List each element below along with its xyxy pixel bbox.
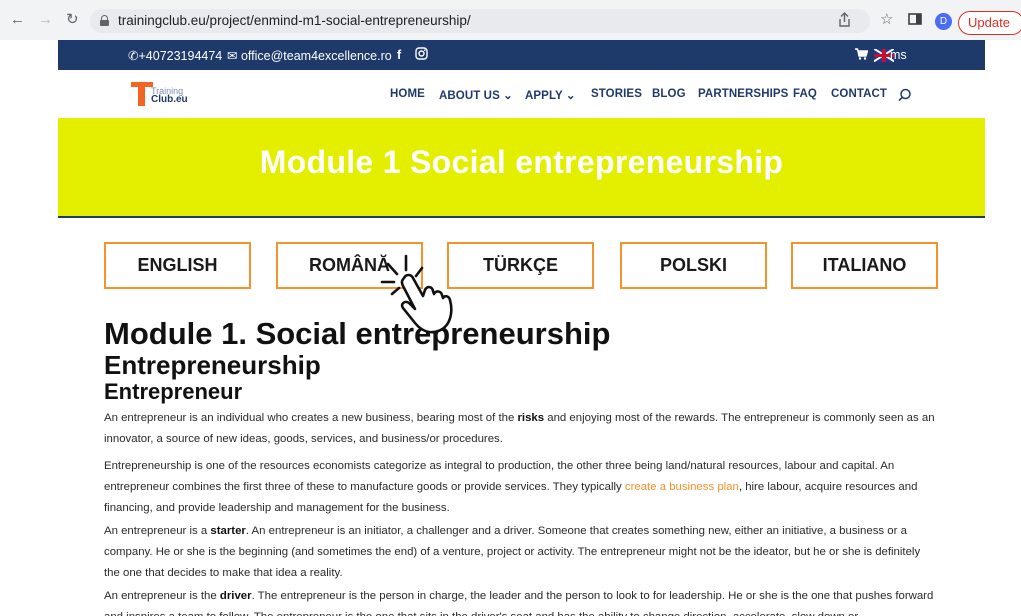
site-logo[interactable]: Training Club.eu bbox=[131, 82, 201, 108]
content-heading-1: Module 1. Social entrepreneurship bbox=[104, 316, 611, 351]
nav-home[interactable]: HOME bbox=[390, 88, 425, 100]
language-button-polski[interactable]: POLSKI bbox=[620, 242, 767, 289]
star-icon[interactable]: ☆ bbox=[880, 11, 893, 29]
paragraph-text: An entrepreneur is the bbox=[104, 590, 220, 602]
create-business-plan-link[interactable]: create a business plan bbox=[625, 481, 739, 493]
lock-icon bbox=[100, 15, 109, 26]
hand-cursor-icon bbox=[380, 254, 453, 334]
nav-about-us[interactable]: ABOUT US ⌄ bbox=[439, 88, 513, 102]
nav-about-us-label: ABOUT US bbox=[439, 90, 500, 102]
nav-blog[interactable]: BLOG bbox=[652, 88, 686, 100]
facebook-icon[interactable]: f bbox=[397, 48, 401, 62]
content-heading-2: Entrepreneurship bbox=[104, 350, 321, 380]
phone-icon: ✆ bbox=[128, 49, 139, 63]
hero-banner: Module 1 Social entrepreneurship bbox=[58, 118, 985, 218]
back-icon[interactable]: ← bbox=[10, 11, 25, 29]
site-header: Training Club.eu HOME ABOUT US ⌄ APPLY ⌄… bbox=[58, 70, 985, 118]
search-icon[interactable] bbox=[898, 88, 912, 102]
language-button-english[interactable]: ENGLISH bbox=[104, 242, 251, 289]
chevron-down-icon: ⌄ bbox=[565, 90, 576, 102]
address-bar[interactable]: trainingclub.eu/project/enmind-m1-social… bbox=[90, 9, 870, 33]
phone-text: +40723194474 bbox=[138, 49, 223, 63]
hero-title: Module 1 Social entrepreneurship bbox=[259, 144, 784, 180]
update-button[interactable]: Update bbox=[958, 11, 1021, 35]
nav-partnerships[interactable]: PARTNERSHIPS bbox=[698, 88, 788, 100]
paragraph-1: An entrepreneur is an individual who cre… bbox=[104, 408, 936, 450]
bold-term: driver bbox=[219, 590, 252, 602]
paragraph-3: An entrepreneur is a starter. An entrepr… bbox=[104, 521, 936, 584]
language-button-italiano[interactable]: ITALIANO bbox=[791, 242, 938, 289]
paragraph-text: An entrepreneur is an individual who cre… bbox=[104, 412, 518, 424]
cart-icon[interactable] bbox=[855, 48, 869, 63]
sidepanel-icon[interactable] bbox=[908, 12, 922, 31]
forward-icon[interactable]: → bbox=[38, 11, 53, 29]
nav-stories[interactable]: STORIES bbox=[591, 88, 642, 100]
email-link[interactable]: ✉ office@team4excellence.ro bbox=[227, 48, 392, 63]
reload-icon[interactable]: ↻ bbox=[66, 11, 79, 29]
url-text[interactable]: trainingclub.eu/project/enmind-m1-social… bbox=[118, 13, 471, 28]
page-viewport: ✆+40723194474 ✉ office@team4excellence.r… bbox=[0, 40, 1021, 616]
mail-icon: ✉ bbox=[227, 49, 238, 63]
phone-link[interactable]: ✆+40723194474 bbox=[128, 48, 222, 63]
profile-avatar[interactable]: D bbox=[935, 13, 952, 30]
paragraph-2: Entrepreneurship is one of the resources… bbox=[104, 456, 936, 519]
bold-term: starter bbox=[210, 525, 246, 537]
contact-bar: ✆+40723194474 ✉ office@team4excellence.r… bbox=[58, 40, 985, 70]
paragraph-text: An entrepreneur is a bbox=[104, 525, 211, 537]
language-button-turkce[interactable]: TÜRKÇE bbox=[447, 242, 594, 289]
chevron-down-icon: ⌄ bbox=[503, 90, 513, 102]
email-text: office@team4excellence.ro bbox=[240, 49, 392, 63]
page: ✆+40723194474 ✉ office@team4excellence.r… bbox=[58, 40, 985, 616]
content-heading-3: Entrepreneur bbox=[104, 379, 243, 404]
language-switcher-text[interactable]: ms bbox=[890, 48, 907, 62]
bold-term: risks bbox=[517, 412, 545, 424]
logo-mark-stem bbox=[138, 82, 145, 106]
nav-apply[interactable]: APPLY ⌄ bbox=[525, 88, 576, 102]
instagram-icon[interactable] bbox=[415, 47, 428, 63]
browser-toolbar: ← → ↻ trainingclub.eu/project/enmind-m1-… bbox=[0, 0, 1021, 40]
share-icon[interactable] bbox=[838, 12, 851, 32]
nav-apply-label: APPLY bbox=[525, 90, 563, 102]
nav-contact[interactable]: CONTACT bbox=[831, 88, 887, 100]
nav-faq[interactable]: FAQ bbox=[793, 88, 817, 100]
logo-text-line2: Club.eu bbox=[151, 94, 188, 105]
paragraph-4: An entrepreneur is the driver. The entre… bbox=[104, 586, 936, 616]
